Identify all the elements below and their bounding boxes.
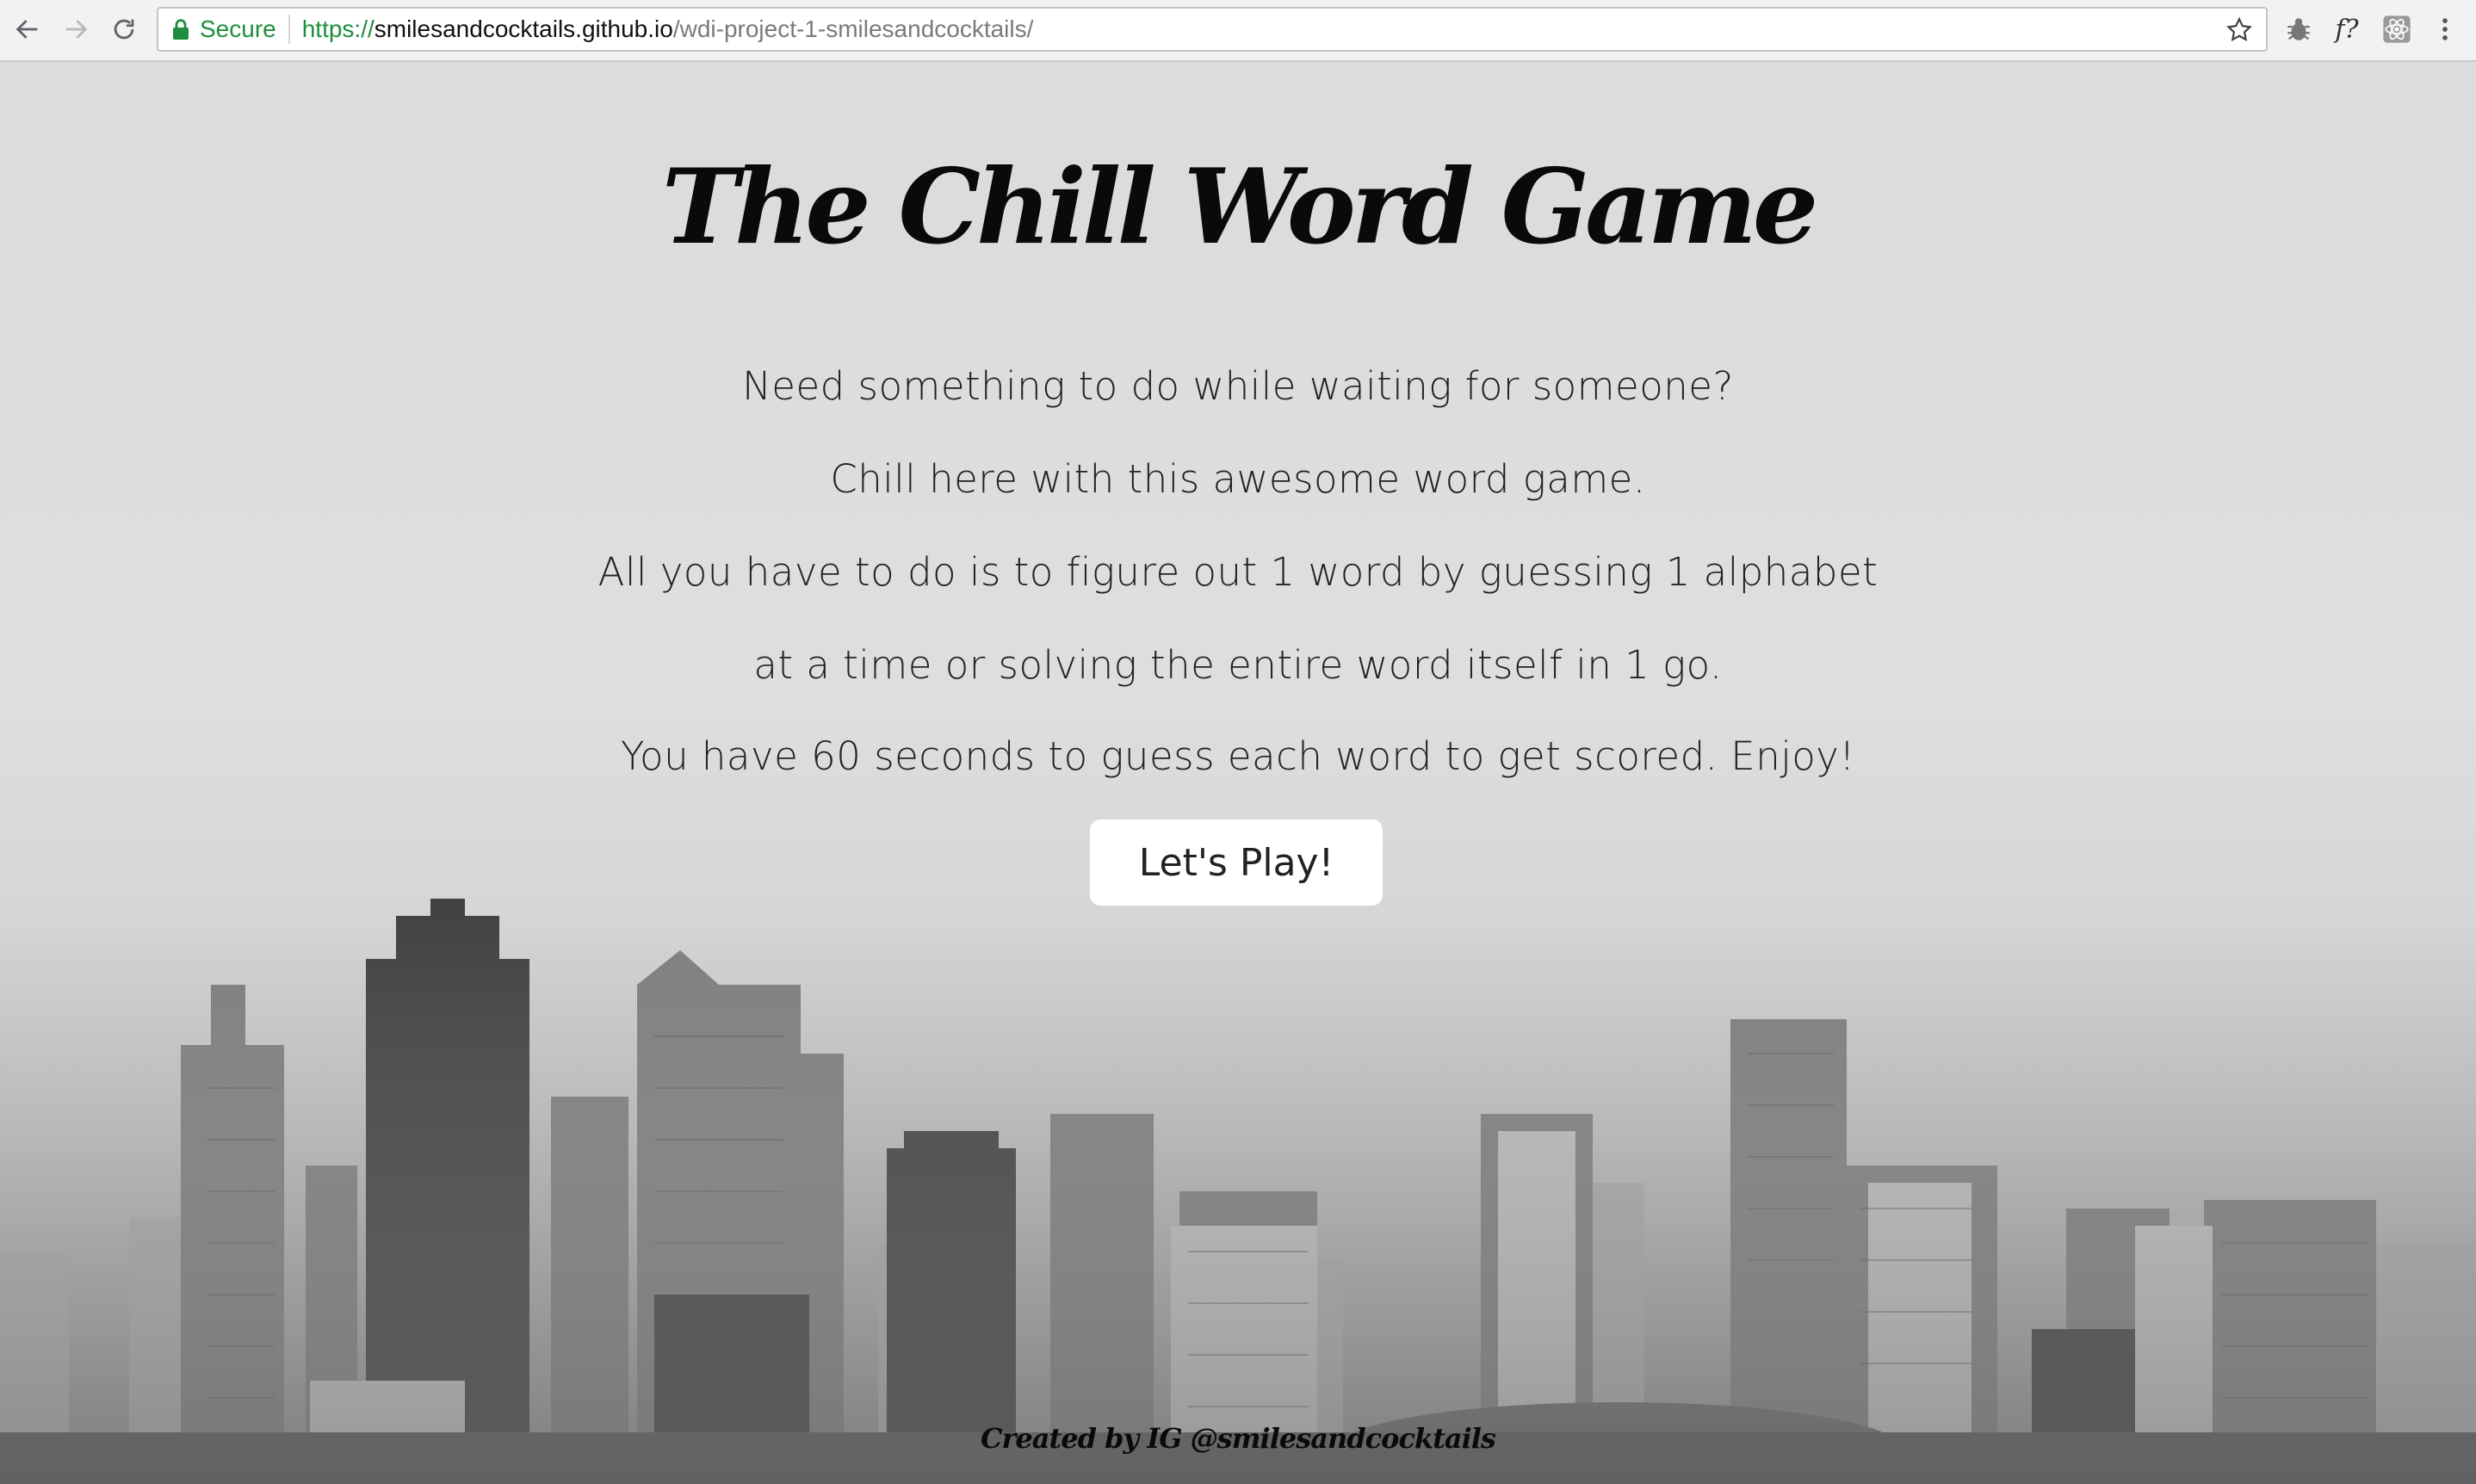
secure-label: Secure (200, 15, 276, 42)
game-landing-page: The Chill Word Game Need something to do… (0, 62, 2476, 1484)
react-devtools-icon[interactable] (2380, 12, 2414, 46)
font-ext-label: f? (2335, 14, 2359, 45)
game-title: The Chill Word Game (661, 146, 1818, 268)
bookmark-star-icon[interactable] (2225, 15, 2254, 45)
credit-footer: Created by IG @smilesandcocktails (981, 1422, 1496, 1455)
back-button[interactable] (9, 10, 46, 48)
forward-button[interactable] (57, 10, 95, 48)
bug-icon[interactable] (2281, 12, 2316, 46)
intro-line-1: Need something to do while waiting for s… (742, 363, 1734, 409)
browser-toolbar: Secure https://smilesandcocktails.github… (0, 0, 2476, 62)
intro-line-2: Chill here with this awesome word game. (830, 456, 1646, 502)
url-path: /wdi-project-1-smilesandcocktails/ (672, 15, 1034, 42)
intro-line-5: You have 60 seconds to guess each word t… (621, 733, 1855, 779)
font-identifier-icon[interactable]: f? (2330, 12, 2364, 46)
reload-button[interactable] (105, 10, 143, 48)
url-host: smilesandcocktails.github.io (374, 15, 673, 42)
intro-line-4: at a time or solving the entire word its… (753, 642, 1723, 688)
lets-play-button[interactable]: Let's Play! (1090, 819, 1383, 906)
address-bar[interactable]: Secure https://smilesandcocktails.github… (157, 7, 2268, 52)
url-text: https://smilesandcocktails.github.io/wdi… (302, 15, 1034, 43)
lock-icon (173, 19, 189, 40)
back-arrow-icon (15, 20, 38, 39)
url-scheme: https:// (301, 15, 374, 42)
menu-icon[interactable] (2428, 12, 2462, 46)
intro-line-3: All you have to do is to figure out 1 wo… (597, 549, 1879, 595)
city-skyline-image (0, 881, 2476, 1484)
reload-icon (114, 19, 134, 40)
omnibox-divider (288, 15, 290, 44)
forward-arrow-icon (65, 20, 88, 39)
